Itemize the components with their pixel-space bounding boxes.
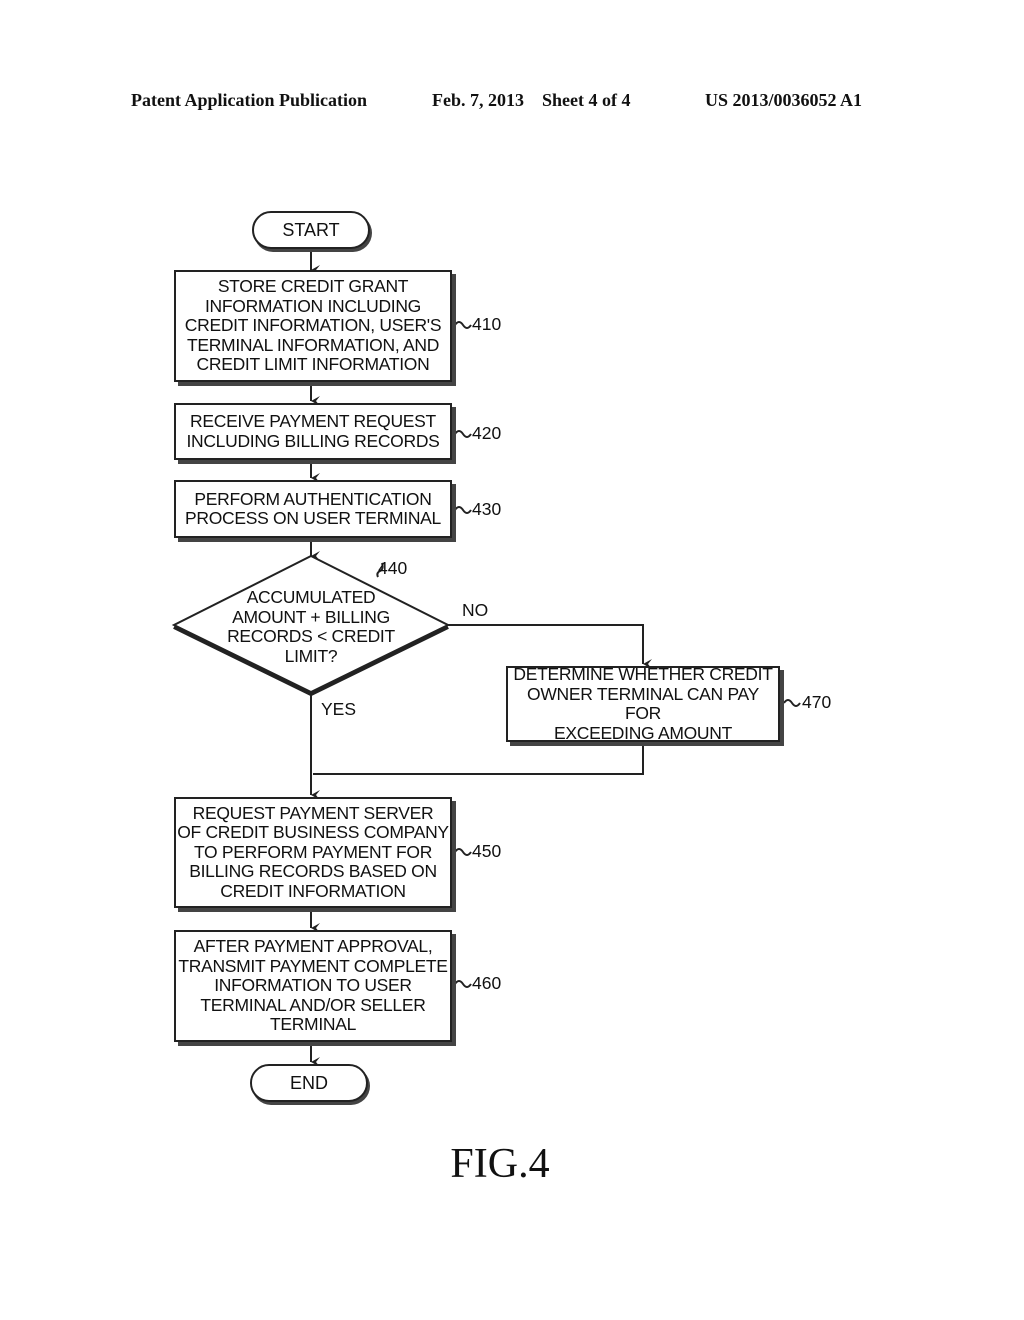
step-470-ref: 470 [802, 692, 832, 712]
decision-440-ref: 440 [378, 558, 408, 578]
step-450-box: REQUEST PAYMENT SERVER OF CREDIT BUSINES… [174, 797, 452, 908]
step-420-ref: 420 [472, 423, 502, 443]
decision-no-label: NO [462, 600, 489, 620]
leader-450 [454, 848, 472, 856]
end-terminal: END [250, 1064, 368, 1102]
step-410-ref: 410 [472, 314, 502, 334]
line-470-merge [313, 742, 644, 775]
leader-420 [454, 430, 472, 438]
step-450-ref: 450 [472, 841, 502, 861]
step-410-box: STORE CREDIT GRANT INFORMATION INCLUDING… [174, 270, 452, 382]
connector-lines [171, 249, 801, 1067]
start-terminal: START [252, 211, 370, 249]
step-420-box: RECEIVE PAYMENT REQUEST INCLUDING BILLIN… [174, 403, 452, 460]
step-460-ref: 460 [472, 973, 502, 993]
leader-460 [454, 980, 472, 988]
step-430-box: PERFORM AUTHENTICATION PROCESS ON USER T… [174, 480, 452, 538]
leader-430 [454, 506, 472, 514]
figure-label: FIG.4 [450, 1141, 550, 1187]
step-470-box: DETERMINE WHETHER CREDIT OWNER TERMINAL … [506, 664, 780, 742]
decision-440-text: ACCUMULATED AMOUNT + BILLING RECORDS < C… [227, 587, 395, 666]
arrow-440-470-no [448, 624, 652, 669]
decision-yes-label: YES [321, 699, 357, 719]
step-460-box: AFTER PAYMENT APPROVAL, TRANSMIT PAYMENT… [174, 930, 452, 1042]
step-430-ref: 430 [472, 499, 502, 519]
leader-470 [783, 699, 801, 707]
leader-410 [454, 321, 472, 329]
